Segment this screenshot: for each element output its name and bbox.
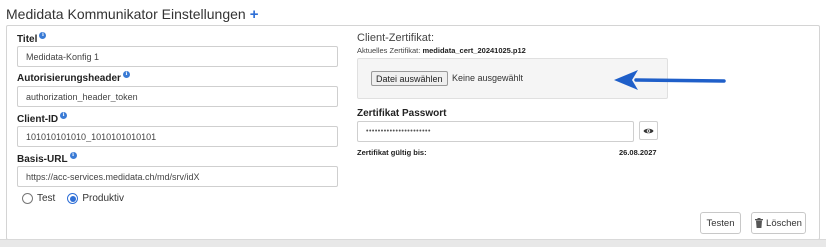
client-id-label-text: Client-ID [17,114,59,125]
choose-file-button[interactable]: Datei auswählen [371,71,448,86]
show-password-button[interactable] [639,121,658,140]
base-url-input[interactable] [17,166,338,187]
validity-label: Zertifikat gültig bis: [357,148,427,157]
environment-radio-group: Test Produktiv [22,193,136,204]
eye-icon [643,128,654,133]
file-status: Keine ausgewählt [452,73,524,83]
test-button[interactable]: Testen [700,212,741,234]
client-id-input[interactable] [17,126,338,147]
current-certificate-label: Aktuelles Zertifikat: [357,46,421,55]
client-id-label: Client-ID i [17,112,68,125]
section-header: Medidata Kommunikator Einstellungen + [6,6,258,22]
settings-page: Medidata Kommunikator Einstellungen + Ti… [0,0,826,247]
arrow-annotation [614,70,726,90]
validity-date: 26.08.2027 [619,148,657,157]
info-icon[interactable]: i [122,71,130,78]
info-icon[interactable]: i [69,152,77,159]
delete-button-label: Löschen [766,217,802,229]
radio-option-produktiv[interactable]: Produktiv [67,193,124,204]
current-certificate-file: medidata_cert_20241025.p12 [422,46,526,55]
bottom-bar [0,239,826,247]
trash-icon [755,218,764,228]
password-label-text: Zertifikat Passwort [357,108,447,119]
base-url-label: Basis-URL i [17,152,77,165]
auth-header-input[interactable] [17,86,338,107]
certificate-title: Client-Zertifikat: [357,32,435,44]
test-button-label: Testen [706,217,735,229]
current-certificate: Aktuelles Zertifikat: medidata_cert_2024… [357,46,526,55]
password-value: •••••••••••••••••••••• [366,128,431,135]
auth-header-label: Autorisierungsheader i [17,71,130,84]
title-input[interactable] [17,46,338,67]
info-icon[interactable]: i [39,32,47,39]
radio-produktiv[interactable] [67,193,79,204]
info-icon[interactable]: i [60,112,68,119]
radio-option-test[interactable]: Test [22,193,55,204]
radio-produktiv-label: Produktiv [82,193,125,204]
delete-button[interactable]: Löschen [751,212,806,234]
add-icon[interactable]: + [250,7,259,22]
radio-test[interactable] [22,193,33,204]
base-url-label-text: Basis-URL [17,154,68,165]
title-label-text: Titel [17,34,38,45]
password-input[interactable]: •••••••••••••••••••••• [357,121,634,142]
radio-test-label: Test [37,193,56,204]
password-label: Zertifikat Passwort [357,108,446,119]
auth-header-label-text: Autorisierungsheader [17,73,121,84]
section-title: Medidata Kommunikator Einstellungen [6,6,246,22]
title-label: Titel i [17,32,47,45]
